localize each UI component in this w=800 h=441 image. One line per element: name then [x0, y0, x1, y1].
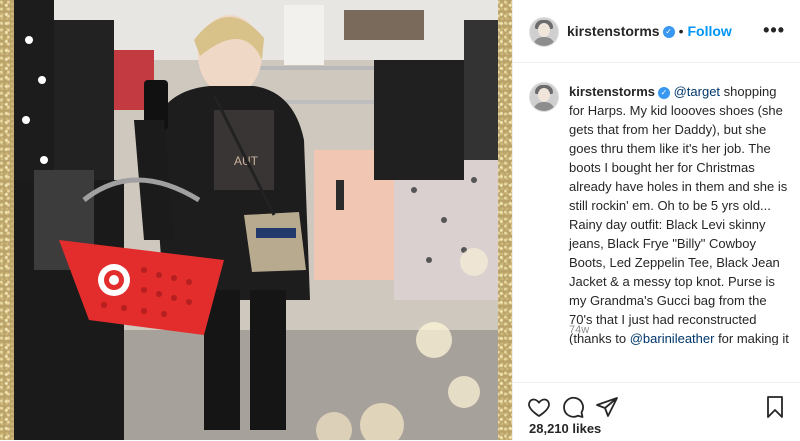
- caption-username-link[interactable]: kirstenstorms: [569, 84, 655, 99]
- post-photo[interactable]: AUT: [14, 0, 498, 440]
- post-caption: kirstenstorms ✓ @target shopping for Harp…: [569, 82, 791, 345]
- bookmark-icon[interactable]: [763, 395, 787, 419]
- likes-count[interactable]: 28,210 likes: [529, 421, 601, 436]
- comment-icon[interactable]: [561, 395, 585, 419]
- header-user: kirstenstorms ✓ • Follow: [567, 23, 732, 41]
- verified-badge-icon: ✓: [662, 25, 675, 38]
- share-icon[interactable]: [595, 395, 619, 419]
- follow-button[interactable]: Follow: [688, 23, 732, 39]
- caption-avatar[interactable]: [529, 82, 559, 112]
- separator-dot: •: [678, 23, 684, 39]
- username-link[interactable]: kirstenstorms: [567, 23, 660, 39]
- avatar[interactable]: [529, 17, 559, 47]
- mention-target-link[interactable]: @target: [674, 84, 720, 99]
- photo-illustration: AUT: [14, 0, 498, 440]
- verified-badge-icon: ✓: [657, 86, 670, 99]
- more-options-icon[interactable]: •••: [763, 20, 785, 41]
- heart-icon[interactable]: [527, 395, 551, 419]
- mention-barinileather-link[interactable]: @barinileather: [630, 331, 715, 345]
- post-header: kirstenstorms ✓ • Follow •••: [513, 0, 800, 63]
- caption-text-part1: shopping for Harps. My kid loooves shoes…: [569, 84, 788, 345]
- post-side-panel: kirstenstorms ✓ • Follow ••• kirstenstorms ✓…: [512, 0, 800, 440]
- comments-section: kirstenstorms ✓ @target shopping for Harp…: [513, 62, 800, 345]
- instagram-post-view: AUT: [0, 0, 800, 440]
- photo-border: AUT: [0, 0, 512, 440]
- time-ago[interactable]: 74w: [569, 324, 589, 336]
